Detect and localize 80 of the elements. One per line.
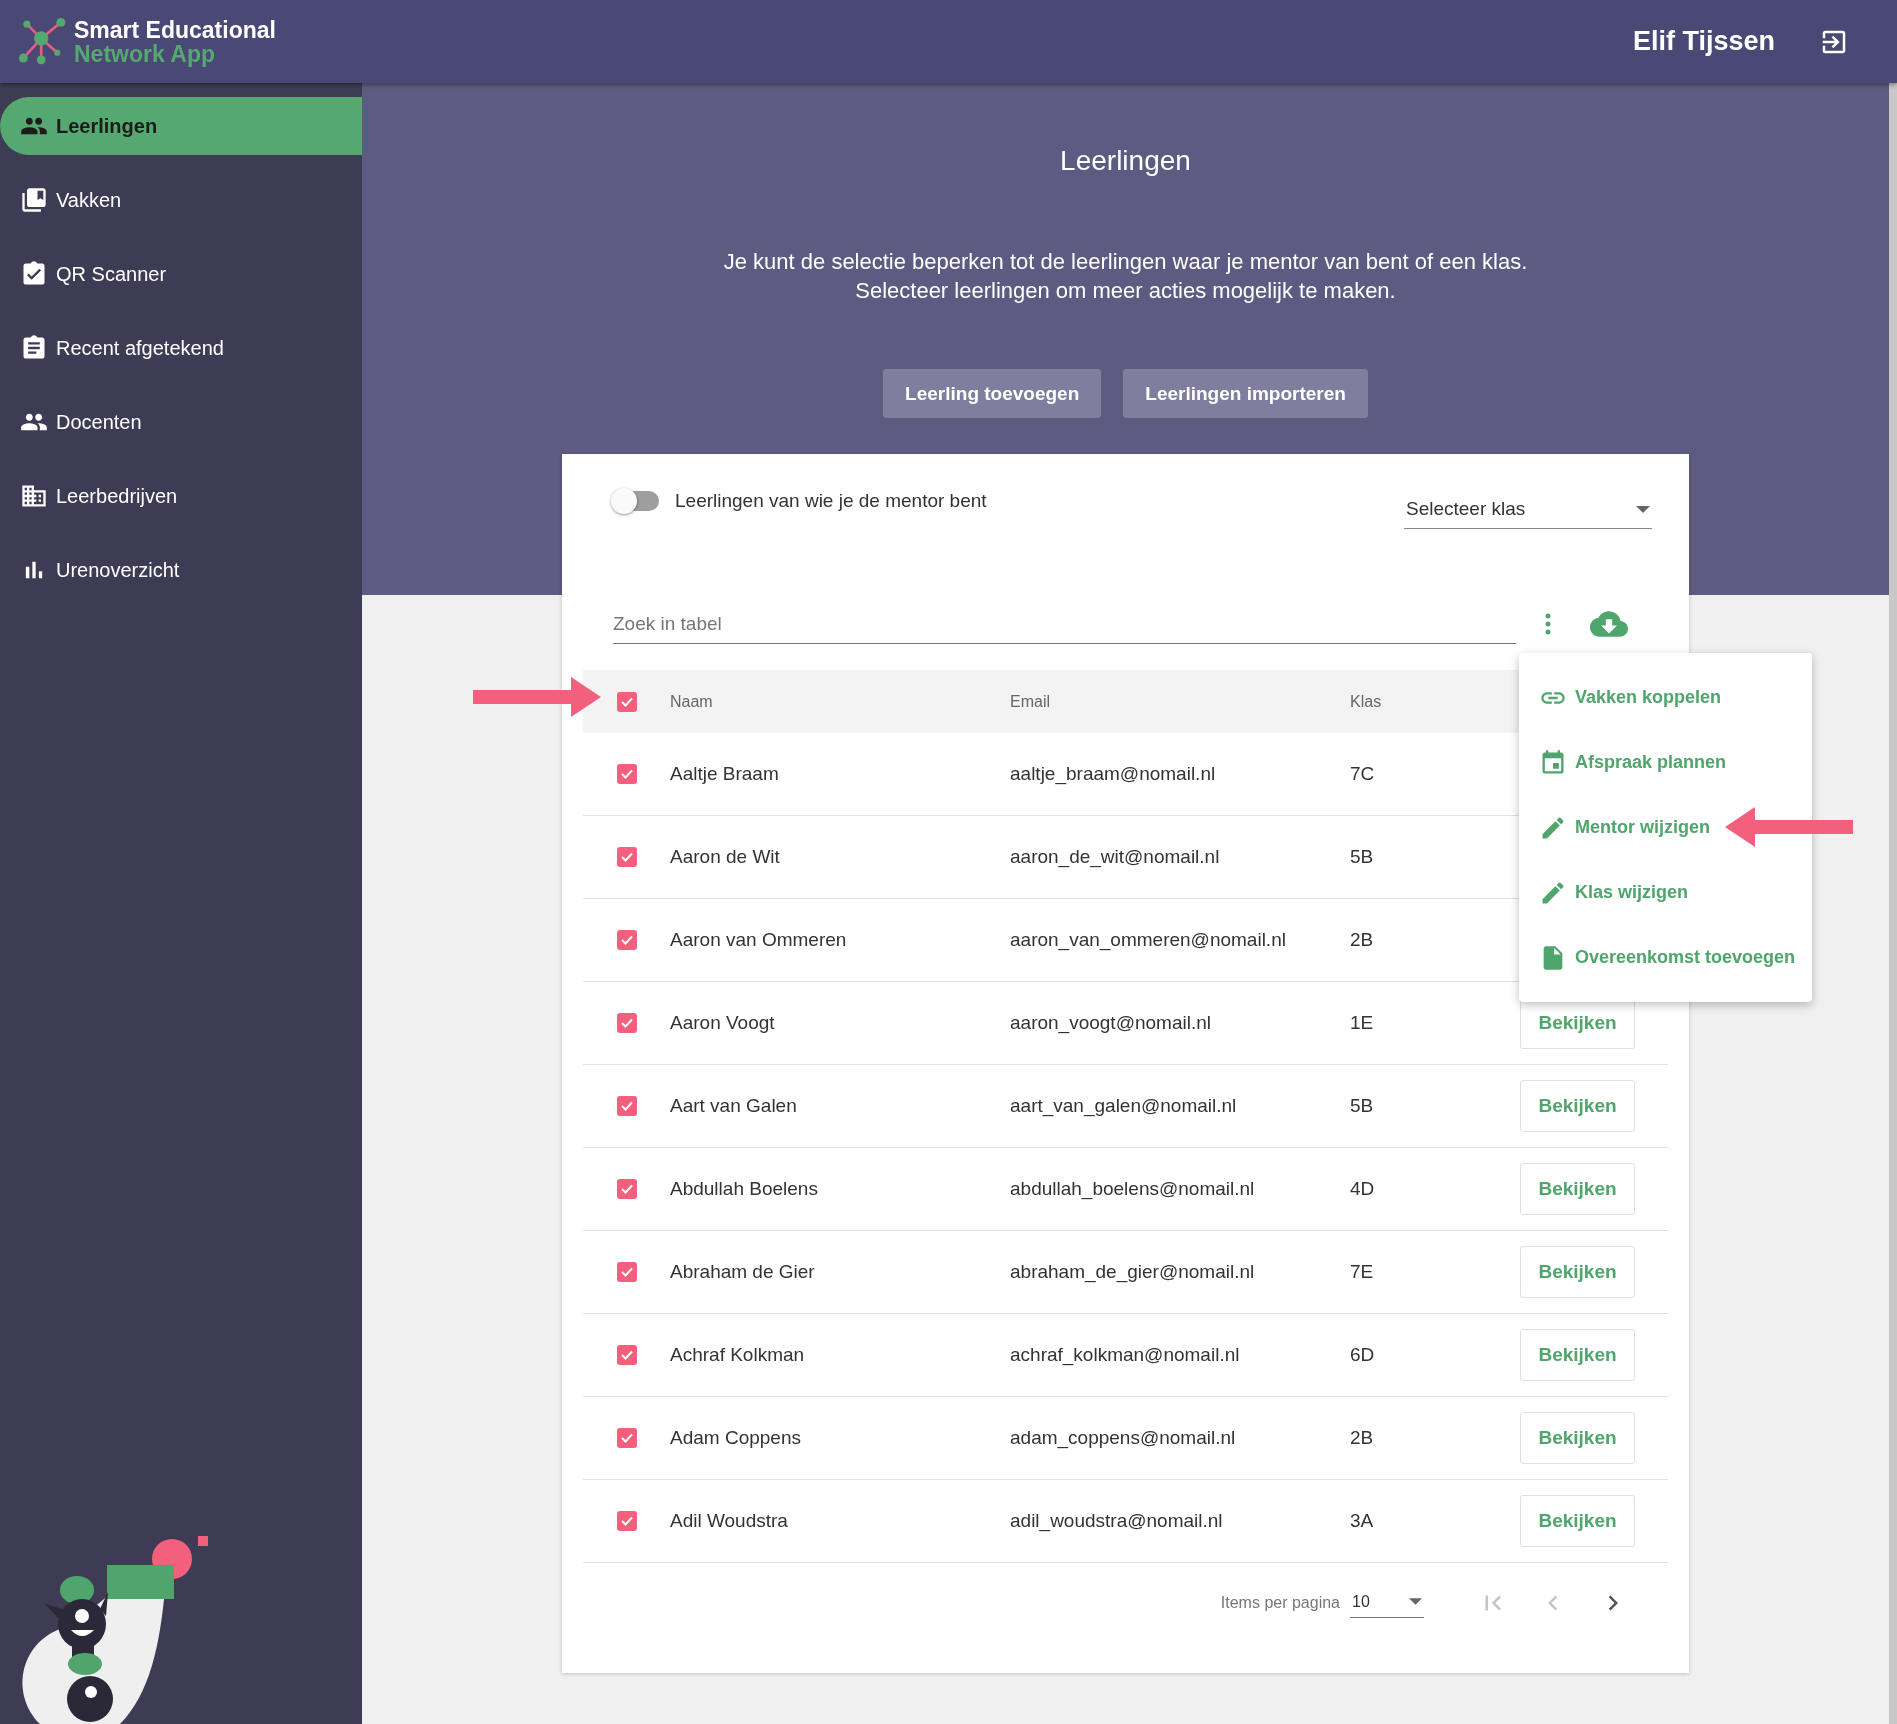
column-header: Klas [1350,692,1383,711]
row-checkbox[interactable] [616,1179,637,1199]
user-name: Elif Tijssen [1632,26,1775,57]
table-cell-text: achraf_kolkman@nomail.nl [1010,1344,1241,1366]
menu-item[interactable]: Vakken koppelen [1519,665,1812,730]
page-size-select[interactable]: 10 [1350,1588,1424,1618]
table-cell-text: adil_woudstra@nomail.nl [1010,1510,1224,1532]
description-text: Je kunt de selectie beperken tot de leerlingen waar je mentor van bent of een klas. [723,248,1528,276]
table-cell-text: 6D [1350,1344,1376,1366]
row-checkbox[interactable] [616,1096,637,1116]
table-cell-text: Abdullah Boelens [670,1178,819,1200]
table-cell-text: 4D [1350,1178,1376,1200]
row-checkbox[interactable] [616,930,637,950]
table-cell-text: Aaltje Braam [670,763,780,785]
row-checkbox[interactable] [616,764,637,784]
row-checkbox[interactable] [616,1511,637,1531]
table-cell-text: aaron_van_ommeren@nomail.nl [1010,929,1287,951]
table-cell-text: abdullah_boelens@nomail.nl [1010,1178,1256,1200]
items-per-page-label: Items per pagina [1220,1594,1340,1612]
sidebar-item[interactable]: Leerbedrijven [0,467,362,525]
view-button[interactable]: Bekijken [1520,1163,1635,1215]
table-cell-text: Abraham de Gier [670,1261,816,1283]
table-cell-text: 7C [1350,763,1376,785]
page-title: Leerlingen [1060,145,1191,177]
column-header: Naam [670,692,714,711]
table-cell-text: aart_van_galen@nomail.nl [1010,1095,1238,1117]
table-cell-text: Adil Woudstra [670,1510,789,1532]
class-select[interactable]: Selecteer klas [1404,488,1652,529]
table-cell-text: Achraf Kolkman [670,1344,806,1366]
sidebar-item[interactable]: Leerlingen [0,97,362,155]
table-cell-text: 1E [1350,1012,1375,1034]
sidebar-item[interactable]: Urenoverzicht [0,541,362,599]
toggle-label: Leerlingen van wie je de mentor bent [675,490,987,512]
description-text: Selecteer leerlingen om meer acties mogelijk te maken. [854,277,1397,305]
mentor-toggle[interactable] [613,491,659,511]
row-checkbox[interactable] [616,1345,637,1365]
table-cell-text: adam_coppens@nomail.nl [1010,1427,1237,1449]
row-checkbox[interactable] [616,847,637,867]
menu-item[interactable]: Mentor wijzigen [1519,795,1812,860]
action-button[interactable]: Leerlingen importeren [1123,369,1368,418]
sidebar-item[interactable]: QR Scanner [0,245,362,303]
table-cell-text: abraham_de_gier@nomail.nl [1010,1261,1256,1283]
sidebar-item[interactable]: Recent afgetekend [0,319,362,377]
row-checkbox[interactable] [616,1428,637,1448]
table-cell-text: aaltje_braam@nomail.nl [1010,763,1217,785]
view-button[interactable]: Bekijken [1520,1080,1635,1132]
table-cell-text: 2B [1350,1427,1375,1449]
table-cell-text: aaron_voogt@nomail.nl [1010,1012,1212,1034]
view-button[interactable]: Bekijken [1520,1246,1635,1298]
scrollbar[interactable] [1889,83,1897,1724]
menu-item[interactable]: Afspraak plannen [1519,730,1812,795]
menu-item[interactable]: Klas wijzigen [1519,860,1812,925]
table-cell-text: 3A [1350,1510,1375,1532]
table-cell-text: 5B [1350,846,1375,868]
caret-icon [1409,1598,1422,1605]
table-cell-text: Adam Coppens [670,1427,802,1449]
view-button[interactable]: Bekijken [1520,1495,1635,1547]
view-button[interactable]: Bekijken [1520,1329,1635,1381]
table-cell-text: 7E [1350,1261,1375,1283]
app-name: Network App [74,41,216,66]
app-name: Smart Educational [74,17,276,42]
select-all-checkbox[interactable] [616,691,637,712]
table-cell-text: Aaron de Wit [670,846,781,868]
caret-icon [1636,505,1650,513]
table-cell-text: Aaron Voogt [670,1012,776,1034]
row-checkbox[interactable] [616,1013,637,1033]
sidebar-item[interactable]: Docenten [0,393,362,451]
sidebar-item[interactable]: Vakken [0,171,362,229]
books-icon [20,186,48,214]
row-checkbox[interactable] [616,1262,637,1282]
table-cell-text: aaron_de_wit@nomail.nl [1010,846,1221,868]
table-cell-text: 5B [1350,1095,1375,1117]
table-cell-text: Aaron van Ommeren [670,929,848,951]
action-button[interactable]: Leerling toevoegen [883,369,1102,418]
view-button[interactable]: Bekijken [1520,1412,1635,1464]
more-options-icon[interactable] [1544,613,1552,635]
table-cell-text: Aart van Galen [670,1095,798,1117]
menu-item[interactable]: Overeenkomst toevoegen [1519,925,1812,990]
column-header: Email [1010,692,1051,711]
table-cell-text: 2B [1350,929,1375,951]
